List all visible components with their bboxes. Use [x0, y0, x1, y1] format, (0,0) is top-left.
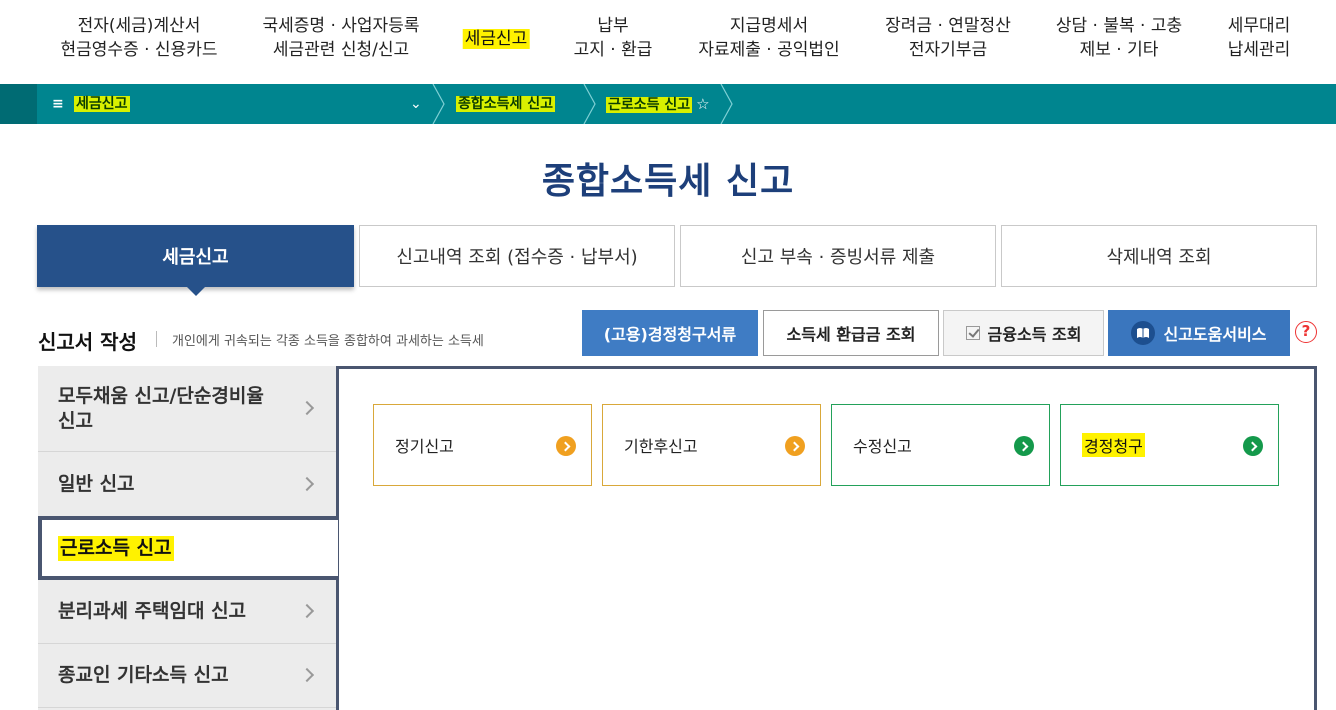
- breadcrumb-separator-icon: [432, 84, 446, 124]
- tab-label: 신고 부속 · 증빙서류 제출: [740, 247, 936, 268]
- chevron-right-icon: [299, 400, 315, 415]
- sidebar-item-rental-income[interactable]: 분리과세 주택임대 신고: [38, 580, 336, 644]
- sidebar-item-prefilled[interactable]: 모두채움 신고/단순경비율 신고: [38, 366, 336, 452]
- nav-item-label: 세금관련 신청/신고: [272, 40, 410, 60]
- card-label: 기한후신고: [624, 437, 698, 456]
- nav-item-certificates[interactable]: 국세증명 · 사업자등록 세금관련 신청/신고: [263, 14, 420, 62]
- book-icon: [1131, 321, 1156, 345]
- regular-filing-card[interactable]: 정기신고: [373, 404, 592, 486]
- nav-item-label: 전자(세금)계산서: [77, 16, 201, 36]
- breadcrumb-level3-label: 근로소득 신고: [606, 97, 693, 113]
- tab-label: 삭제내역 조회: [1106, 247, 1212, 268]
- nav-item-tax-agent[interactable]: 세무대리 납세관리: [1228, 14, 1291, 62]
- sidebar-item-general[interactable]: 일반 신고: [38, 452, 336, 518]
- breadcrumb-level2-label: 종합소득세 신고: [456, 96, 556, 112]
- arrow-right-icon: [1243, 436, 1263, 456]
- claim-documents-button[interactable]: (고용)경정청구서류: [582, 310, 758, 356]
- sidebar-item-religious-income[interactable]: 종교인 기타소득 신고: [38, 644, 336, 708]
- breadcrumb-edge: [0, 84, 37, 124]
- section-description: 개인에게 귀속되는 각종 소득을 종합하여 과세하는 소득세: [172, 334, 484, 349]
- nav-item-payment[interactable]: 납부 고지 · 환급: [574, 14, 653, 62]
- nav-item-label: 국세증명 · 사업자등록: [262, 16, 420, 36]
- breadcrumb-level1[interactable]: ≡ 세금신고: [52, 84, 130, 124]
- nav-item-label: 세금신고: [462, 29, 530, 49]
- sidebar-item-label: 일반 신고: [58, 473, 135, 495]
- top-navigation: 전자(세금)계산서 현금영수증 · 신용카드 국세증명 · 사업자등록 세금관련…: [0, 0, 1336, 84]
- nav-item-label: 자료제출 · 공익법인: [698, 40, 840, 60]
- nav-item-consultation[interactable]: 상담 · 불복 · 고충 제보 · 기타: [1056, 14, 1182, 62]
- arrow-right-icon: [556, 436, 576, 456]
- sidebar-item-earned-income[interactable]: 근로소득 신고: [38, 516, 338, 580]
- nav-item-label: 납부: [597, 16, 629, 36]
- breadcrumb-separator-icon: [720, 84, 734, 124]
- tab-filing-history[interactable]: 신고내역 조회 (접수증 · 납부서): [359, 225, 675, 287]
- amended-filing-card[interactable]: 수정신고: [831, 404, 1050, 486]
- breadcrumb-level1-label: 세금신고: [74, 96, 130, 112]
- nav-item-label: 세무대리: [1227, 16, 1291, 36]
- nav-item-label: 장려금 · 연말정산: [885, 16, 1011, 36]
- refund-inquiry-button[interactable]: 소득세 환급금 조회: [763, 310, 939, 356]
- nav-item-label: 납세관리: [1227, 40, 1291, 60]
- arrow-right-icon: [785, 436, 805, 456]
- nav-item-label: 고지 · 환급: [573, 40, 653, 60]
- help-icon[interactable]: ?: [1295, 321, 1317, 343]
- breadcrumb-level2[interactable]: 종합소득세 신고: [456, 84, 556, 124]
- checkbox-icon: [965, 326, 980, 340]
- sidebar-item-label: 분리과세 주택임대 신고: [58, 600, 247, 622]
- nav-item-incentives[interactable]: 장려금 · 연말정산 전자기부금: [885, 14, 1011, 62]
- card-label: 경정청구: [1082, 433, 1145, 457]
- chevron-right-icon: [299, 476, 315, 491]
- section-title: 신고서 작성: [38, 330, 137, 354]
- nav-item-label: 제보 · 기타: [1079, 40, 1159, 60]
- nav-item-payment-statement[interactable]: 지급명세서 자료제출 · 공익법인: [698, 14, 839, 62]
- filing-help-service-button[interactable]: 신고도움서비스: [1108, 310, 1290, 356]
- sidebar-item-label: 근로소득 신고: [58, 535, 174, 561]
- arrow-right-icon: [1014, 436, 1034, 456]
- tab-active-indicator: [185, 286, 206, 296]
- card-label: 수정신고: [853, 437, 912, 456]
- section-divider: [156, 331, 157, 347]
- button-label: 금융소득 조회: [987, 325, 1082, 344]
- financial-income-button[interactable]: 금융소득 조회: [943, 310, 1104, 356]
- chevron-down-icon[interactable]: ⌄: [410, 84, 422, 124]
- nav-item-e-invoice[interactable]: 전자(세금)계산서 현금영수증 · 신용카드: [61, 14, 218, 62]
- sidebar-item-label: 모두채움 신고/단순경비율 신고: [58, 384, 264, 432]
- tab-label: 세금신고: [162, 247, 229, 268]
- nav-item-label: 현금영수증 · 신용카드: [60, 40, 218, 60]
- button-label: 소득세 환급금 조회: [786, 325, 916, 344]
- tab-tax-filing[interactable]: 세금신고: [37, 225, 354, 296]
- nav-item-label: 상담 · 불복 · 고충: [1055, 16, 1183, 36]
- page-title: 종합소득세 신고: [541, 161, 795, 202]
- menu-icon: ≡: [52, 96, 64, 112]
- tab-deleted-history[interactable]: 삭제내역 조회: [1001, 225, 1317, 287]
- nav-item-label: 지급명세서: [729, 16, 809, 36]
- late-filing-card[interactable]: 기한후신고: [602, 404, 821, 486]
- breadcrumb-separator-icon: [583, 84, 597, 124]
- breadcrumb-level3[interactable]: 근로소득 신고 ☆: [606, 84, 710, 124]
- star-icon[interactable]: ☆: [696, 84, 709, 124]
- tab-label: 신고내역 조회 (접수증 · 납부서): [396, 247, 638, 268]
- card-label: 정기신고: [395, 437, 454, 456]
- correction-claim-card[interactable]: 경정청구: [1060, 404, 1279, 486]
- button-label: (고용)경정청구서류: [603, 325, 737, 344]
- tab-attachments[interactable]: 신고 부속 · 증빙서류 제출: [680, 225, 996, 287]
- breadcrumb: ≡ 세금신고 ⌄ 종합소득세 신고 근로소득 신고 ☆: [0, 84, 1336, 124]
- button-label: 신고도움서비스: [1163, 325, 1267, 344]
- nav-item-tax-filing[interactable]: 세금신고: [462, 27, 530, 51]
- chevron-right-icon: [299, 667, 315, 682]
- chevron-right-icon: [299, 603, 315, 618]
- nav-item-label: 전자기부금: [908, 40, 988, 60]
- sidebar-item-label: 종교인 기타소득 신고: [58, 664, 229, 686]
